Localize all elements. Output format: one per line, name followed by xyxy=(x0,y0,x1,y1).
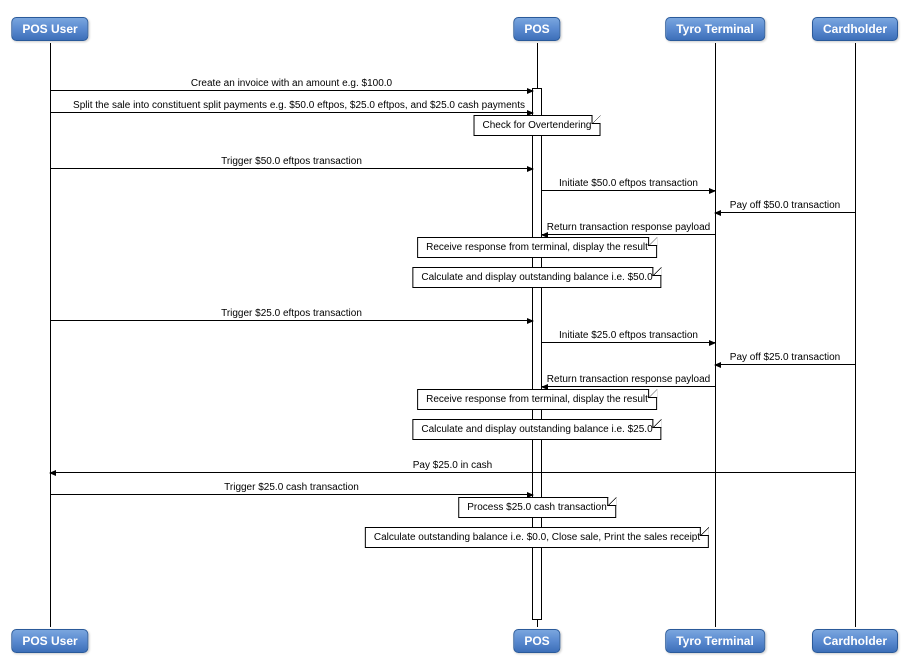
note-process-cash: Process $25.0 cash transaction xyxy=(458,497,616,518)
note-balance-25: Calculate and display outstanding balanc… xyxy=(412,419,661,440)
actor-pos-top: POS xyxy=(513,17,560,41)
msg-label: Pay off $25.0 transaction xyxy=(730,352,840,363)
msg-pay-cash: Pay $25.0 in cash xyxy=(50,459,855,473)
lifeline-tyro xyxy=(715,43,716,627)
msg-label: Initiate $50.0 eftpos transaction xyxy=(559,178,698,189)
msg-label: Return transaction response payload xyxy=(547,222,710,233)
msg-label: Create an invoice with an amount e.g. $1… xyxy=(191,78,392,89)
msg-trigger-25-cash: Trigger $25.0 cash transaction xyxy=(50,481,533,495)
msg-label: Split the sale into constituent split pa… xyxy=(73,100,525,111)
note-balance-50: Calculate and display outstanding balanc… xyxy=(412,267,661,288)
msg-trigger-25-eftpos: Trigger $25.0 eftpos transaction xyxy=(50,307,533,321)
actor-pos-user-bottom: POS User xyxy=(11,629,88,653)
note-receive-25: Receive response from terminal, display … xyxy=(417,389,657,410)
msg-label: Return transaction response payload xyxy=(547,374,710,385)
msg-label: Pay $25.0 in cash xyxy=(413,460,493,471)
lifeline-pos-user xyxy=(50,43,51,627)
msg-initiate-50: Initiate $50.0 eftpos transaction xyxy=(542,177,715,191)
msg-payoff-25: Pay off $25.0 transaction xyxy=(715,351,855,365)
msg-label: Trigger $25.0 eftpos transaction xyxy=(221,308,362,319)
msg-return-25: Return transaction response payload xyxy=(542,373,715,387)
msg-initiate-25: Initiate $25.0 eftpos transaction xyxy=(542,329,715,343)
actor-tyro-top: Tyro Terminal xyxy=(665,17,765,41)
msg-label: Pay off $50.0 transaction xyxy=(730,200,840,211)
msg-create-invoice: Create an invoice with an amount e.g. $1… xyxy=(50,77,533,91)
actor-cardholder-top: Cardholder xyxy=(812,17,898,41)
note-overtendering: Check for Overtendering xyxy=(474,115,601,136)
actor-pos-bottom: POS xyxy=(513,629,560,653)
note-close-sale: Calculate outstanding balance i.e. $0.0,… xyxy=(365,527,709,548)
msg-trigger-50: Trigger $50.0 eftpos transaction xyxy=(50,155,533,169)
msg-label: Initiate $25.0 eftpos transaction xyxy=(559,330,698,341)
msg-payoff-50: Pay off $50.0 transaction xyxy=(715,199,855,213)
actor-pos-user-top: POS User xyxy=(11,17,88,41)
msg-split-sale: Split the sale into constituent split pa… xyxy=(50,99,533,113)
lifeline-cardholder xyxy=(855,43,856,627)
actor-cardholder-bottom: Cardholder xyxy=(812,629,898,653)
sequence-diagram: POS User POS Tyro Terminal Cardholder PO… xyxy=(15,15,895,655)
note-receive-50: Receive response from terminal, display … xyxy=(417,237,657,258)
actor-tyro-bottom: Tyro Terminal xyxy=(665,629,765,653)
msg-label: Trigger $25.0 cash transaction xyxy=(224,482,359,493)
msg-label: Trigger $50.0 eftpos transaction xyxy=(221,156,362,167)
msg-return-50: Return transaction response payload xyxy=(542,221,715,235)
